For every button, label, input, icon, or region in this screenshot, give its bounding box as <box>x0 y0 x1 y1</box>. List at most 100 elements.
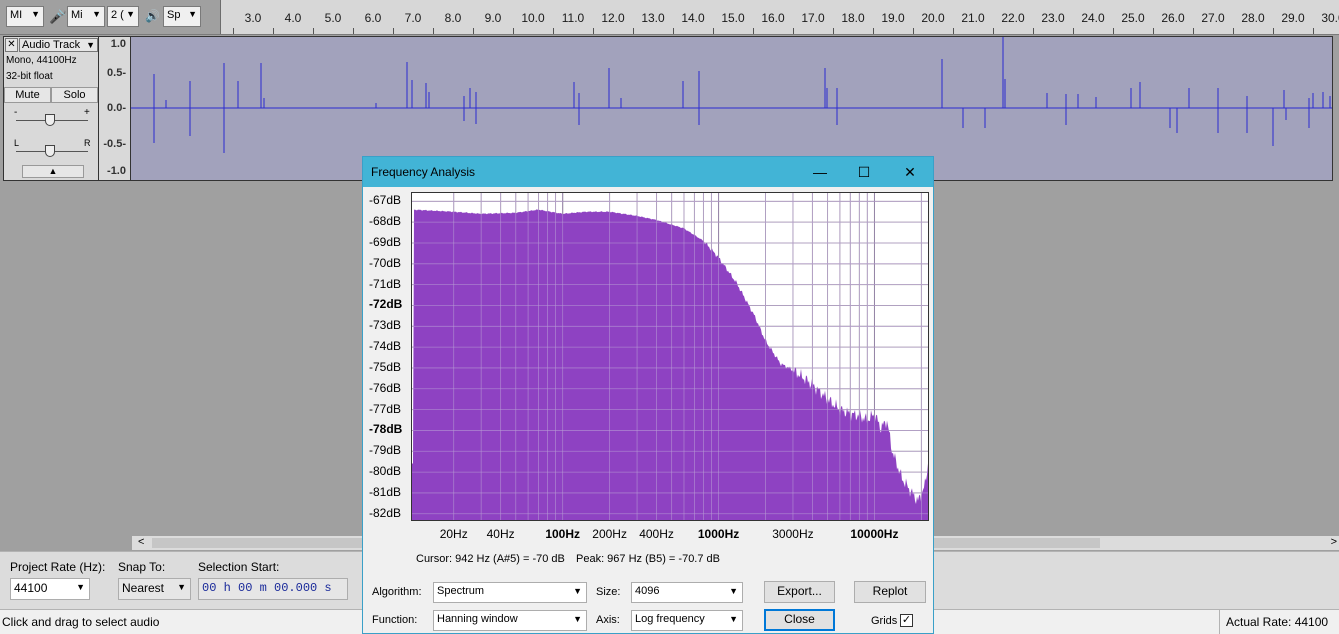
x-tick-label: 100Hz <box>545 527 581 541</box>
axis-select[interactable]: Log frequency ▼ <box>631 610 743 631</box>
chevron-down-icon: ▼ <box>92 9 101 19</box>
timeline-tick-mark <box>873 28 874 34</box>
collapse-icon: ▲ <box>48 166 58 176</box>
track-name: Audio Track <box>22 39 81 51</box>
status-divider <box>1219 610 1220 634</box>
amplitude-label: -0.5- <box>103 138 126 150</box>
spectrum-plot[interactable] <box>411 192 929 521</box>
timeline-tick-label: 26.0 <box>1161 11 1185 25</box>
project-rate-select[interactable]: 44100 ▼ <box>10 578 90 600</box>
grids-checkbox[interactable]: ✓ <box>900 614 913 627</box>
function-select[interactable]: Hanning window ▼ <box>433 610 587 631</box>
timeline-tick-label: 27.0 <box>1201 11 1225 25</box>
gain-slider[interactable] <box>45 114 55 126</box>
close-button[interactable]: Close <box>764 609 835 631</box>
timeline-tick-label: 17.0 <box>801 11 825 25</box>
timeline-tick-label: 21.0 <box>961 11 985 25</box>
axis-value: Log frequency <box>635 613 705 625</box>
timeline-tick-label: 25.0 <box>1121 11 1145 25</box>
size-select[interactable]: 4096 ▼ <box>631 582 743 603</box>
grids-label: Grids <box>871 615 898 627</box>
y-tick-label: -80dB <box>369 464 402 479</box>
audio-host-select[interactable]: MI ▼ <box>6 6 44 27</box>
y-tick-label: -73dB <box>369 318 402 333</box>
timeline-tick-label: 5.0 <box>324 11 342 25</box>
snap-to-value: Nearest <box>122 581 165 595</box>
timeline-ruler[interactable]: 3.0 4.0 5.0 6.0 7.0 8.0 9.0 10.0 11.0 12.0 13.0 14.… <box>220 0 1339 34</box>
selection-start-value: 00 h 00 m 00.000 s <box>202 581 332 595</box>
collapse-track-button[interactable]: ▲ <box>22 165 84 178</box>
export-button[interactable]: Export... <box>764 581 835 603</box>
selection-start-field[interactable]: 00 h 00 m 00.000 s <box>198 578 348 600</box>
gain-plus-label: + <box>84 107 90 118</box>
timeline-tick-mark <box>1313 28 1314 34</box>
timeline-tick-mark <box>833 28 834 34</box>
timeline-tick-mark <box>1193 28 1194 34</box>
solo-button[interactable]: Solo <box>51 87 98 103</box>
timeline-tick-mark <box>753 28 754 34</box>
channels-select[interactable]: 2 (▼ <box>107 6 139 27</box>
x-tick-label: 3000Hz <box>772 527 814 541</box>
close-window-button[interactable]: ✕ <box>887 157 933 187</box>
timeline-tick-mark <box>713 28 714 34</box>
timeline-tick-label: 11.0 <box>561 11 585 25</box>
algorithm-select[interactable]: Spectrum ▼ <box>433 582 587 603</box>
replot-button[interactable]: Replot <box>854 581 926 603</box>
amplitude-label: 0.0- <box>107 102 126 114</box>
chevron-down-icon: ▼ <box>729 586 738 596</box>
recording-device-value: Mi <box>71 9 83 21</box>
timeline-tick-mark <box>1153 28 1154 34</box>
close-icon: ✕ <box>904 164 916 180</box>
mute-button[interactable]: Mute <box>4 87 51 103</box>
close-icon: ✕ <box>7 39 16 50</box>
track-name-menu[interactable]: Audio Track ▼ <box>19 38 98 52</box>
timeline-tick-mark <box>1233 28 1234 34</box>
minimize-button[interactable]: — <box>797 157 843 187</box>
chevron-down-icon: ▼ <box>729 614 738 624</box>
maximize-button[interactable]: ☐ <box>841 157 887 187</box>
x-tick-label: 1000Hz <box>697 527 740 541</box>
y-tick-label: -77dB <box>369 401 402 416</box>
timeline-tick-label: 18.0 <box>841 11 865 25</box>
track-format: Mono, 44100Hz <box>6 55 77 66</box>
function-value: Hanning window <box>437 613 518 625</box>
x-tick-label: 40Hz <box>486 527 515 541</box>
spectrum-svg <box>412 193 928 520</box>
snap-to-label: Snap To: <box>118 560 166 574</box>
scroll-left-icon[interactable]: < <box>138 536 144 548</box>
timeline-tick-mark <box>913 28 914 34</box>
timeline-tick-label: 3.0 <box>244 11 262 25</box>
y-tick-label: -82dB <box>369 505 402 520</box>
status-message: Click and drag to select audio <box>2 615 160 629</box>
peak-readout: Peak: 967 Hz (B5) = -70.7 dB <box>576 553 720 565</box>
timeline-tick-label: 28.0 <box>1241 11 1265 25</box>
timeline-tick-label: 16.0 <box>761 11 785 25</box>
track-control-panel: ✕ Audio Track ▼ Mono, 44100Hz 32-bit floa… <box>3 36 99 181</box>
timeline-tick-mark <box>673 28 674 34</box>
y-tick-label: -69dB <box>369 234 402 249</box>
track-close-button[interactable]: ✕ <box>5 38 18 52</box>
microphone-icon: 🎤 <box>49 8 67 24</box>
timeline-tick-mark <box>393 28 394 34</box>
minimize-icon: — <box>813 164 827 180</box>
timeline-tick-label: 14.0 <box>681 11 705 25</box>
dialog-title-bar[interactable]: Frequency Analysis — ☐ ✕ <box>363 157 933 187</box>
timeline-tick-mark <box>1073 28 1074 34</box>
playback-device-select[interactable]: Sp ▼ <box>163 6 201 27</box>
timeline-tick-mark <box>633 28 634 34</box>
y-tick-label: -71dB <box>369 276 402 291</box>
scroll-right-icon[interactable]: > <box>1331 536 1337 548</box>
snap-to-select[interactable]: Nearest ▼ <box>118 578 191 600</box>
chevron-down-icon: ▼ <box>126 9 135 19</box>
y-tick-label: -75dB <box>369 359 402 374</box>
chevron-down-icon: ▼ <box>31 9 40 19</box>
chevron-down-icon: ▼ <box>573 614 582 624</box>
timeline-tick-mark <box>513 28 514 34</box>
pan-slider[interactable] <box>45 145 55 157</box>
y-tick-label: -76dB <box>369 380 402 395</box>
recording-device-select[interactable]: Mi ▼ <box>67 6 105 27</box>
cursor-readout: Cursor: 942 Hz (A#5) = -70 dB <box>416 553 565 565</box>
maximize-icon: ☐ <box>857 164 871 180</box>
checkmark-icon: ✓ <box>901 614 912 626</box>
pan-left-label: L <box>14 138 20 148</box>
